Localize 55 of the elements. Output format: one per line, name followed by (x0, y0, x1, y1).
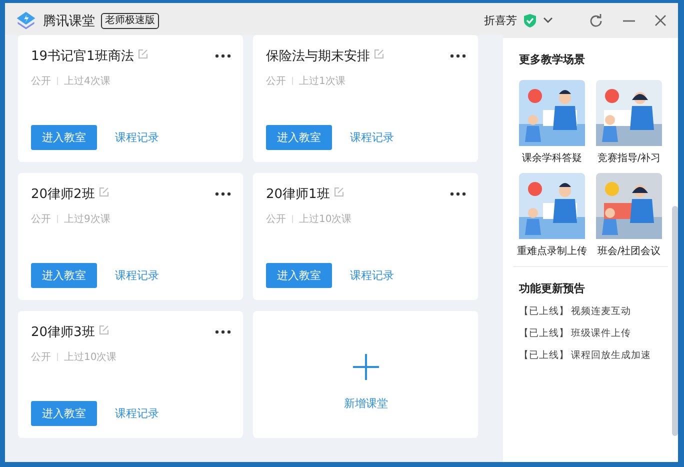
plus-icon (353, 354, 379, 380)
status-tag: 【已上线】 (519, 305, 569, 318)
class-name[interactable]: 保险法与期末安排 (266, 47, 370, 65)
update-item: 视频连麦互动 (571, 305, 631, 318)
window-title: 腾讯课堂 (43, 12, 95, 30)
more-icon[interactable] (450, 54, 466, 58)
chevron-down-icon[interactable] (543, 17, 553, 24)
class-name[interactable]: 19书记官1班商法 (31, 47, 134, 65)
enter-classroom-button[interactable]: 进入教室 (31, 263, 97, 288)
add-class-label: 新增课堂 (344, 396, 388, 411)
enter-classroom-button[interactable]: 进入教室 (266, 125, 332, 150)
edition-badge: 老师极速版 (101, 12, 159, 28)
lesson-count: 上过9次课 (64, 212, 110, 226)
lesson-count: 上过1次课 (299, 74, 346, 88)
lesson-count: 上过10次课 (64, 350, 117, 364)
more-icon[interactable] (215, 54, 231, 58)
visibility-label: 公开 (31, 213, 51, 226)
class-name[interactable]: 20律师1班 (266, 185, 330, 203)
lesson-count: 上过10次课 (299, 212, 352, 226)
more-icon[interactable] (215, 330, 231, 334)
visibility-label: 公开 (266, 213, 286, 226)
course-records-link[interactable]: 课程记录 (115, 268, 159, 283)
lesson-count: 上过4次课 (64, 74, 110, 88)
course-records-link[interactable]: 课程记录 (115, 406, 159, 421)
shield-check-icon (523, 13, 537, 28)
scene-label[interactable]: 班会/社团会议 (597, 244, 661, 258)
status-tag: 【已上线】 (519, 327, 569, 340)
minimize-icon[interactable] (623, 20, 635, 22)
scrollbar[interactable] (672, 206, 678, 436)
add-class-card[interactable]: 新增课堂 (253, 311, 478, 438)
update-item: 课程回放生成加速 (571, 349, 651, 362)
class-name[interactable]: 20律师3班 (31, 323, 95, 341)
enter-classroom-button[interactable]: 进入教室 (31, 125, 97, 150)
status-tag: 【已上线】 (519, 349, 569, 362)
close-icon[interactable] (655, 15, 666, 26)
visibility-label: 公开 (31, 351, 51, 364)
scene-label[interactable]: 重难点录制上传 (517, 244, 587, 258)
course-records-link[interactable]: 课程记录 (350, 130, 394, 145)
enter-classroom-button[interactable]: 进入教室 (31, 401, 97, 426)
more-icon[interactable] (450, 192, 466, 196)
more-icon[interactable] (215, 192, 231, 196)
visibility-label: 公开 (266, 75, 286, 88)
class-name[interactable]: 20律师2班 (31, 185, 95, 203)
visibility-label: 公开 (31, 75, 51, 88)
course-records-link[interactable]: 课程记录 (350, 268, 394, 283)
section-title: 更多教学场景 (519, 52, 586, 67)
course-records-link[interactable]: 课程记录 (115, 130, 159, 145)
user-name[interactable]: 折喜芳 (484, 13, 517, 28)
scene-label[interactable]: 课余学科答疑 (522, 151, 582, 165)
section-title: 功能更新预告 (519, 281, 586, 296)
scene-label[interactable]: 竞赛指导/补习 (597, 151, 661, 165)
logo-icon (15, 10, 37, 32)
enter-classroom-button[interactable]: 进入教室 (266, 263, 332, 288)
refresh-icon[interactable] (589, 14, 603, 28)
update-item: 班级课件上传 (571, 327, 631, 340)
